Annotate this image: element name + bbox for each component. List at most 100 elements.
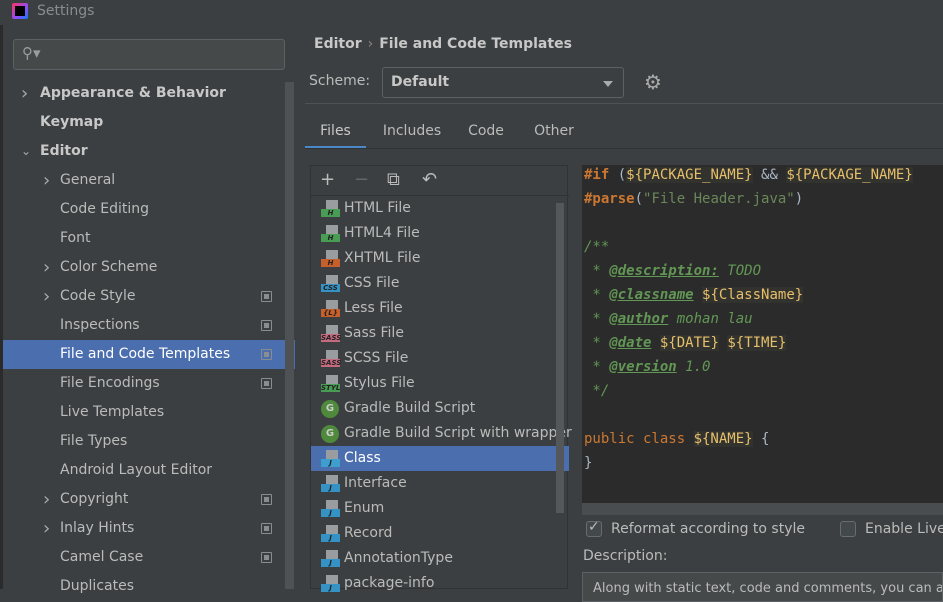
sidebar-item[interactable]: Live Templates — [3, 398, 295, 427]
template-list-item[interactable]: STYL Stylus File — [311, 371, 569, 396]
sidebar-item[interactable]: Code Editing — [3, 195, 295, 224]
description-label: Description: — [583, 548, 668, 564]
template-label: Sass File — [344, 325, 404, 341]
template-label: Gradle Build Script with wrapper — [344, 425, 572, 441]
sidebar-item-label: File Encodings — [60, 375, 160, 391]
scheme-label: Scheme: — [309, 73, 371, 89]
template-label: Record — [344, 525, 393, 541]
gear-icon[interactable]: ⚙ — [644, 70, 662, 94]
chevron-down-icon[interactable]: ⌄ — [21, 137, 31, 166]
template-list-item[interactable]: CSS CSS File — [311, 271, 569, 296]
file-type-icon: {L} — [321, 300, 340, 318]
template-list-item[interactable]: J Class — [311, 446, 569, 471]
page-icon — [326, 225, 338, 234]
gradle-icon: G — [321, 400, 339, 418]
sidebar-item-label: File and Code Templates — [60, 346, 231, 362]
template-list-item[interactable]: J Enum — [311, 496, 569, 521]
template-list-item[interactable]: H HTML4 File — [311, 221, 569, 246]
sidebar-item[interactable]: Keymap — [3, 108, 295, 137]
tab-includes[interactable]: Includes — [375, 117, 449, 149]
list-scrollbar[interactable] — [556, 203, 564, 513]
sidebar-item[interactable]: › Inlay Hints — [3, 514, 295, 543]
reformat-checkbox[interactable] — [586, 519, 602, 537]
enable-live-label[interactable]: Enable Live — [865, 521, 943, 537]
sidebar-item[interactable]: File Types — [3, 427, 295, 456]
copy-icon[interactable]: ⧉ — [387, 169, 400, 190]
file-type-icon: CSS — [321, 275, 340, 293]
template-list-item[interactable]: G Gradle Build Script with wrapper — [311, 421, 572, 446]
code-line: } — [584, 455, 593, 471]
sidebar-item[interactable]: › Copyright — [3, 485, 295, 514]
remove-icon[interactable]: − — [354, 169, 369, 190]
sidebar-item[interactable]: File Encodings — [3, 369, 295, 398]
add-icon[interactable]: + — [320, 169, 335, 190]
breadcrumb-parent[interactable]: Editor — [314, 36, 362, 52]
template-list-item[interactable]: J Interface — [311, 471, 569, 496]
sidebar-item[interactable]: Inspections — [3, 311, 295, 340]
sidebar-item[interactable]: Font — [3, 224, 295, 253]
settings-sidebar: ⚲▾ › Appearance & Behavior Keymap ⌄ Editor › G… — [3, 25, 295, 594]
project-scope-icon — [261, 494, 272, 505]
code-line: /** — [584, 239, 610, 255]
reformat-label[interactable]: Reformat according to style — [611, 521, 805, 537]
tab-code[interactable]: Code — [463, 117, 509, 149]
page-icon — [326, 275, 338, 284]
tab-files[interactable]: Files — [305, 117, 366, 149]
sidebar-item[interactable]: ⌄ Editor — [3, 137, 295, 166]
sidebar-item-label: Android Layout Editor — [60, 462, 213, 478]
sidebar-item[interactable]: › Color Scheme — [3, 253, 295, 282]
settings-search-input[interactable]: ⚲▾ — [13, 39, 285, 70]
project-scope-icon — [261, 552, 272, 563]
file-badge: H — [321, 234, 340, 242]
template-list-item[interactable]: H HTML File — [311, 196, 569, 221]
editor-horizontal-scrollbar[interactable] — [582, 503, 943, 515]
sidebar-item[interactable]: Android Layout Editor — [3, 456, 295, 485]
tab-other[interactable]: Other — [530, 117, 578, 149]
sidebar-item[interactable]: File and Code Templates — [3, 340, 295, 369]
main-panel: Editor › File and Code Templates Scheme: D… — [295, 25, 943, 602]
template-label: HTML File — [344, 200, 411, 216]
template-label: Interface — [344, 475, 407, 491]
file-badge: {L} — [321, 309, 340, 317]
chevron-right-icon[interactable]: › — [43, 166, 50, 195]
template-list-item[interactable]: H XHTML File — [311, 246, 569, 271]
sidebar-item[interactable]: Camel Case — [3, 543, 295, 572]
page-icon — [326, 450, 338, 459]
code-line: public class ${NAME} { — [584, 431, 770, 447]
enable-live-checkbox[interactable] — [840, 521, 856, 537]
chevron-right-icon[interactable]: › — [43, 485, 50, 514]
template-code-editor[interactable]: #if (${PACKAGE_NAME} && ${PACKAGE_NAME} … — [582, 165, 943, 515]
sidebar-item[interactable]: › Code Style — [3, 282, 295, 311]
template-list-item[interactable]: SASS SCSS File — [311, 346, 569, 371]
file-badge: STYL — [321, 384, 341, 392]
template-list-item[interactable]: Jpackage-info — [311, 571, 569, 596]
template-list-item[interactable]: SASS Sass File — [311, 321, 569, 346]
file-type-icon: STYL — [321, 375, 340, 393]
file-type-icon: J — [321, 525, 340, 543]
sidebar-item[interactable]: Duplicates — [3, 572, 295, 601]
chevron-right-icon[interactable]: › — [43, 253, 50, 282]
template-label: SCSS File — [344, 350, 409, 366]
sidebar-item[interactable]: › Appearance & Behavior — [3, 79, 295, 108]
template-list-item[interactable]: G Gradle Build Script — [311, 396, 569, 421]
chevron-right-icon[interactable]: › — [43, 514, 50, 543]
chevron-right-icon[interactable]: › — [21, 79, 28, 108]
sidebar-item[interactable]: › General — [3, 166, 295, 195]
code-line: * @author mohan lau — [584, 311, 753, 327]
code-line: * @version 1.0 — [584, 359, 711, 375]
divider — [305, 103, 943, 104]
template-list-item[interactable]: J Record — [311, 521, 569, 546]
template-list-item[interactable]: {L} Less File — [311, 296, 569, 321]
reset-icon[interactable]: ↶ — [422, 169, 437, 190]
template-list-item[interactable]: J AnnotationType — [311, 546, 569, 571]
page-icon — [326, 300, 338, 309]
sidebar-scrollbar[interactable] — [285, 82, 294, 589]
list-toolbar: + − ⧉ ↶ — [311, 166, 569, 196]
file-type-icon: J — [321, 575, 340, 593]
file-type-icon: J — [321, 450, 340, 468]
intellij-logo-icon — [12, 3, 28, 19]
chevron-right-icon[interactable]: › — [43, 282, 50, 311]
scheme-dropdown[interactable]: Default — [382, 67, 624, 98]
title-bar: Settings — [0, 0, 943, 25]
template-label: Stylus File — [344, 375, 415, 391]
